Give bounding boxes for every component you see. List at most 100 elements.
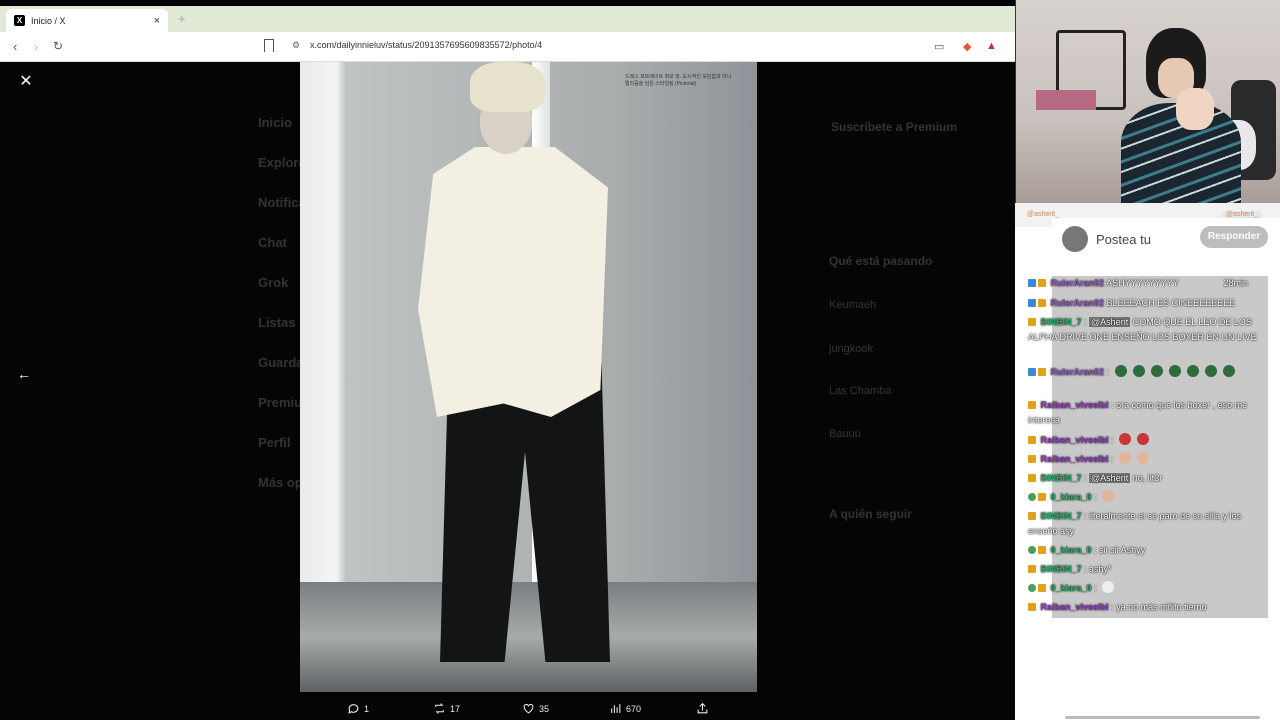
nav-grok[interactable]: Grok [258, 275, 288, 290]
sub-badge-icon [1028, 512, 1036, 520]
sub-badge-icon [1038, 279, 1046, 287]
url-field[interactable]: x.com/dailyinnieluv/status/2091357695609… [310, 40, 542, 50]
comment-icon [348, 704, 359, 714]
chat-username[interactable]: Raiban_viveelbl [1041, 435, 1109, 445]
trend-3[interactable]: Las Chamba [829, 385, 891, 397]
heart-icon [523, 703, 534, 714]
address-bar: ‹ › ↻ ⚙ x.com/dailyinnieluv/status/20913… [0, 32, 1015, 62]
site-settings-icon[interactable]: ⚙ [292, 40, 300, 51]
browser-tab[interactable]: X Inicio / X × [6, 9, 168, 32]
trends-title: Qué está pasando [829, 254, 933, 268]
share-icon [697, 702, 708, 714]
reply-button[interactable]: Responder [1200, 226, 1268, 248]
chat-username[interactable]: RulerAran02 [1051, 298, 1105, 308]
share-action[interactable] [696, 702, 709, 715]
emote-icon [1102, 581, 1115, 593]
chat-message: 0_kiara_0 : [1028, 581, 1268, 596]
chat-mention[interactable]: @Asherit [1089, 317, 1131, 327]
chat-scrollbar[interactable] [1065, 716, 1260, 719]
sub-badge-icon [1028, 455, 1036, 463]
back-icon[interactable]: ‹ [13, 39, 17, 54]
chat-message: Raiban_viveelbl : ora como que los boxer… [1028, 400, 1248, 425]
chat-message: RulerAran02 : [1028, 365, 1268, 380]
chat-message: 0_kiara_0 : sii sii Ashyy [1028, 543, 1268, 558]
chat-text: no, lit3r [1132, 473, 1163, 483]
reply-count: 1 [364, 703, 370, 714]
trend-4[interactable]: Bauuu [829, 428, 861, 440]
chat-username[interactable]: Raiban_viveelbl [1041, 602, 1109, 612]
reply-action[interactable]: 1 [347, 702, 369, 715]
brave-rewards-icon[interactable]: ▲ [986, 40, 997, 52]
chat-message: Raiban_viveelbl : [1028, 452, 1268, 467]
reload-icon[interactable]: ↻ [53, 39, 63, 53]
like-action[interactable]: 35 [522, 702, 549, 715]
chat-text: ASHYYYYYYYYY [1106, 278, 1179, 288]
prime-badge-icon [1028, 299, 1036, 307]
brave-shield-icon[interactable]: ◆ [963, 40, 971, 53]
sub-badge-icon [1038, 546, 1046, 554]
chat-username[interactable]: BINBIN_7 [1041, 473, 1082, 483]
cast-icon[interactable]: ▭ [934, 40, 944, 53]
photo-caption: 드레스 포트레이트 화보 컷. 도시적인 모던함과 미니멀리즘을 담은 스타일링… [625, 74, 732, 87]
repost-action[interactable]: 17 [433, 702, 460, 715]
chat-text: ya no más niñito tierno [1116, 602, 1207, 612]
chat-username[interactable]: Raiban_viveelbl [1041, 454, 1109, 464]
chat-text: sii sii Ashyy [1099, 545, 1146, 555]
sub-badge-icon [1038, 493, 1046, 501]
chat-username[interactable]: Raiban_viveelbl [1041, 400, 1109, 410]
chat-username[interactable]: 0_kiara_0 [1051, 545, 1092, 555]
tweet-photo[interactable]: 드레스 포트레이트 화보 컷. 도시적인 모던함과 미니멀리즘을 담은 스타일링… [300, 62, 757, 692]
chat-message: BINBIN_7 : ashy* [1028, 562, 1268, 577]
view-count: 670 [626, 703, 642, 714]
x-logo-icon: X [14, 15, 25, 26]
nav-listas[interactable]: Listas [258, 315, 296, 330]
sub-badge-icon [1038, 299, 1046, 307]
views-action[interactable]: 670 [609, 702, 641, 715]
webcam-feed [1015, 0, 1280, 203]
verified-badge-icon [1028, 546, 1036, 554]
emote-icon [1168, 365, 1181, 377]
prime-badge-icon [1028, 279, 1036, 287]
emote-icon [1222, 365, 1235, 377]
nav-perfil[interactable]: Perfil [258, 435, 291, 450]
emote-icon [1137, 433, 1150, 445]
chat-username[interactable]: 0_kiara_0 [1051, 583, 1092, 593]
chat-username[interactable]: BINBIN_7 [1041, 317, 1082, 327]
emote-icon [1186, 365, 1199, 377]
tweet-actions: 1 17 35 670 [300, 700, 757, 720]
nav-chat[interactable]: Chat [258, 235, 287, 250]
sub-badge-icon [1028, 401, 1036, 409]
close-viewer-icon[interactable]: ✕ [16, 72, 36, 92]
chat-message: RulerAran02 ASHYYYYYYYYY 28min [1028, 276, 1268, 291]
emote-icon [1114, 365, 1127, 377]
new-tab-button[interactable]: + [178, 11, 186, 26]
chat-username[interactable]: RulerAran02 [1051, 278, 1105, 288]
reply-input[interactable]: Postea tu [1096, 232, 1151, 247]
chat-username[interactable]: BINBIN_7 [1041, 564, 1082, 574]
avatar [1062, 226, 1088, 252]
chat-username[interactable]: 0_kiara_0 [1051, 492, 1092, 502]
repost-icon [435, 703, 444, 714]
photo-floor [300, 582, 757, 692]
chat-username[interactable]: RulerAran02 [1051, 367, 1105, 377]
chat-username[interactable]: BINBIN_7 [1041, 511, 1082, 521]
chat-message: Raiban_viveelbl : ya no más niñito tiern… [1028, 600, 1268, 615]
photo-viewer: Inicio Explorar Notificaciones Chat Grok… [0, 62, 1052, 720]
chat-message: BINBIN_7 : @Asherit COMO QUE EL LEO DE L… [1028, 317, 1257, 342]
previous-photo-icon[interactable]: ← [17, 366, 31, 382]
close-tab-icon[interactable]: × [154, 15, 160, 27]
premium-title: Suscríbete a Premium [831, 120, 958, 134]
chat-mention[interactable]: @Asherit [1089, 473, 1131, 483]
emote-icon [1137, 452, 1150, 464]
streamer-hand [1176, 88, 1214, 130]
tab-title: Inicio / X [31, 15, 66, 26]
trend-1[interactable]: Keumaeh [829, 299, 876, 311]
bookmark-icon[interactable] [264, 39, 274, 52]
views-chart-icon [611, 704, 621, 713]
verified-badge-icon [1028, 493, 1036, 501]
trend-2[interactable]: jungkook [829, 343, 873, 355]
webcam-exercise-mat [1036, 90, 1096, 110]
forward-icon[interactable]: › [34, 39, 38, 54]
webcam-streamer [1121, 28, 1241, 203]
nav-inicio[interactable]: Inicio [258, 115, 292, 130]
